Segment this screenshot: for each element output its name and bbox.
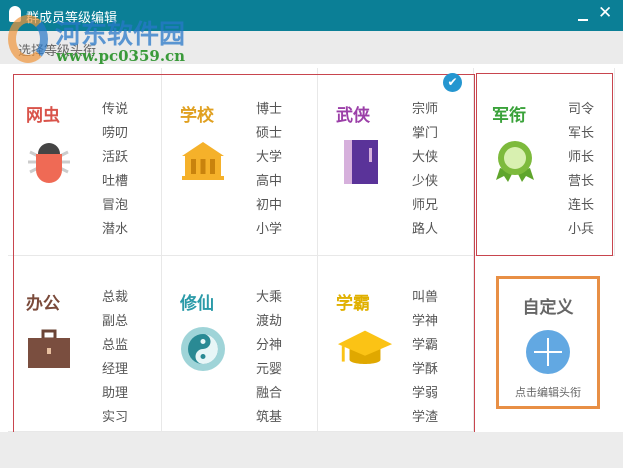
level-item: 实习 [102, 410, 129, 425]
level-item: 小兵 [568, 222, 595, 237]
category-name: 学校 [180, 106, 214, 126]
custom-title: 自定义 [522, 298, 574, 318]
level-item: 渡劫 [256, 314, 283, 329]
level-item: 连长 [568, 198, 595, 213]
yin-yang-icon [180, 326, 226, 372]
school-building-icon [180, 138, 226, 184]
category-name: 军衔 [492, 106, 526, 126]
category-2[interactable]: 学校 博士硕士大学高中初中小学 [162, 68, 318, 256]
level-item: 叫兽 [412, 290, 439, 305]
level-item: 大乘 [256, 290, 283, 305]
category-name: 修仙 [180, 294, 214, 314]
category-3[interactable]: 武侠 宗师掌门大侠少侠师兄路人 [318, 68, 474, 256]
level-list: 博士硕士大学高中初中小学 [256, 102, 282, 246]
category-7[interactable]: 学霸 叫兽 学神 学霸 学酥 学弱 学渣 [318, 256, 474, 432]
level-list: 大乘渡劫分神元婴融合筑基 [256, 290, 282, 434]
bug-icon [26, 138, 72, 184]
level-item: 初中 [256, 198, 283, 213]
level-item: 少侠 [412, 174, 439, 189]
level-item: 师兄 [412, 198, 439, 213]
level-item: 经理 [102, 362, 129, 377]
category-5[interactable]: 办公 总裁副总总监经理助理实习 [8, 256, 162, 432]
level-item: 高中 [256, 174, 283, 189]
level-item: 军长 [568, 126, 595, 141]
level-item: 博士 [256, 102, 283, 117]
level-item: 学渣 [412, 410, 439, 425]
briefcase-icon [26, 326, 72, 372]
level-item: 学酥 [412, 362, 439, 377]
level-item: 助理 [102, 386, 129, 401]
close-button[interactable]: ✕ [598, 3, 612, 23]
level-item: 融合 [256, 386, 283, 401]
level-item: 师长 [568, 150, 595, 165]
level-item: 传说 [102, 102, 129, 117]
category-name: 武侠 [336, 106, 370, 126]
level-item: 冒泡 [102, 198, 129, 213]
minimize-button[interactable] [573, 6, 593, 26]
level-item: 学弱 [412, 386, 439, 401]
custom-subtitle: 点击编辑头衔 [515, 386, 581, 399]
category-name: 网虫 [26, 106, 60, 126]
level-item: 司令 [568, 102, 595, 117]
category-name: 学霸 [336, 294, 370, 314]
level-list: 总裁副总总监经理助理实习 [102, 290, 128, 434]
level-item: 分神 [256, 338, 283, 353]
book-icon [336, 138, 382, 184]
level-list: 宗师掌门大侠少侠师兄路人 [412, 102, 438, 246]
level-list: 叫兽学神学霸学酥学弱学渣 [412, 290, 438, 434]
plus-icon [526, 330, 570, 374]
level-item: 副总 [102, 314, 129, 329]
level-item: 潜水 [102, 222, 129, 237]
level-item: 宗师 [412, 102, 439, 117]
level-item: 营长 [568, 174, 595, 189]
watermark-logo [8, 15, 48, 63]
level-list: 司令军长师长营长连长小兵 [568, 102, 594, 246]
selected-check-icon: ✔ [443, 73, 462, 92]
footer [0, 432, 623, 468]
graduation-cap-icon [336, 326, 393, 372]
level-item: 总裁 [102, 290, 129, 305]
watermark-url: www.pc0359.cn [56, 47, 186, 65]
category-4[interactable]: 军衔 司令军长师长营长连长小兵 [474, 68, 615, 256]
medal-icon [492, 138, 538, 184]
category-6[interactable]: 修仙 大乘渡劫分神元婴融合筑基 [162, 256, 318, 432]
level-item: 总监 [102, 338, 129, 353]
level-item: 掌门 [412, 126, 439, 141]
category-1[interactable]: 网虫 传说唠叨活跃吐槽冒泡潜水 [8, 68, 162, 256]
level-item: 筑基 [256, 410, 283, 425]
custom-title-button[interactable]: 自定义 点击编辑头衔 [496, 276, 600, 409]
level-item: 吐槽 [102, 174, 129, 189]
level-item: 学神 [412, 314, 439, 329]
level-item: 学霸 [412, 338, 439, 353]
level-list: 传说唠叨活跃吐槽冒泡潜水 [102, 102, 128, 246]
level-item: 唠叨 [102, 126, 129, 141]
level-item: 活跃 [102, 150, 129, 165]
level-item: 元婴 [256, 362, 283, 377]
level-item: 路人 [412, 222, 439, 237]
level-item: 大侠 [412, 150, 439, 165]
level-item: 硕士 [256, 126, 283, 141]
category-name: 办公 [26, 294, 60, 314]
level-item: 大学 [256, 150, 283, 165]
level-item: 小学 [256, 222, 283, 237]
watermark-name: 河东软件园 [55, 20, 186, 50]
